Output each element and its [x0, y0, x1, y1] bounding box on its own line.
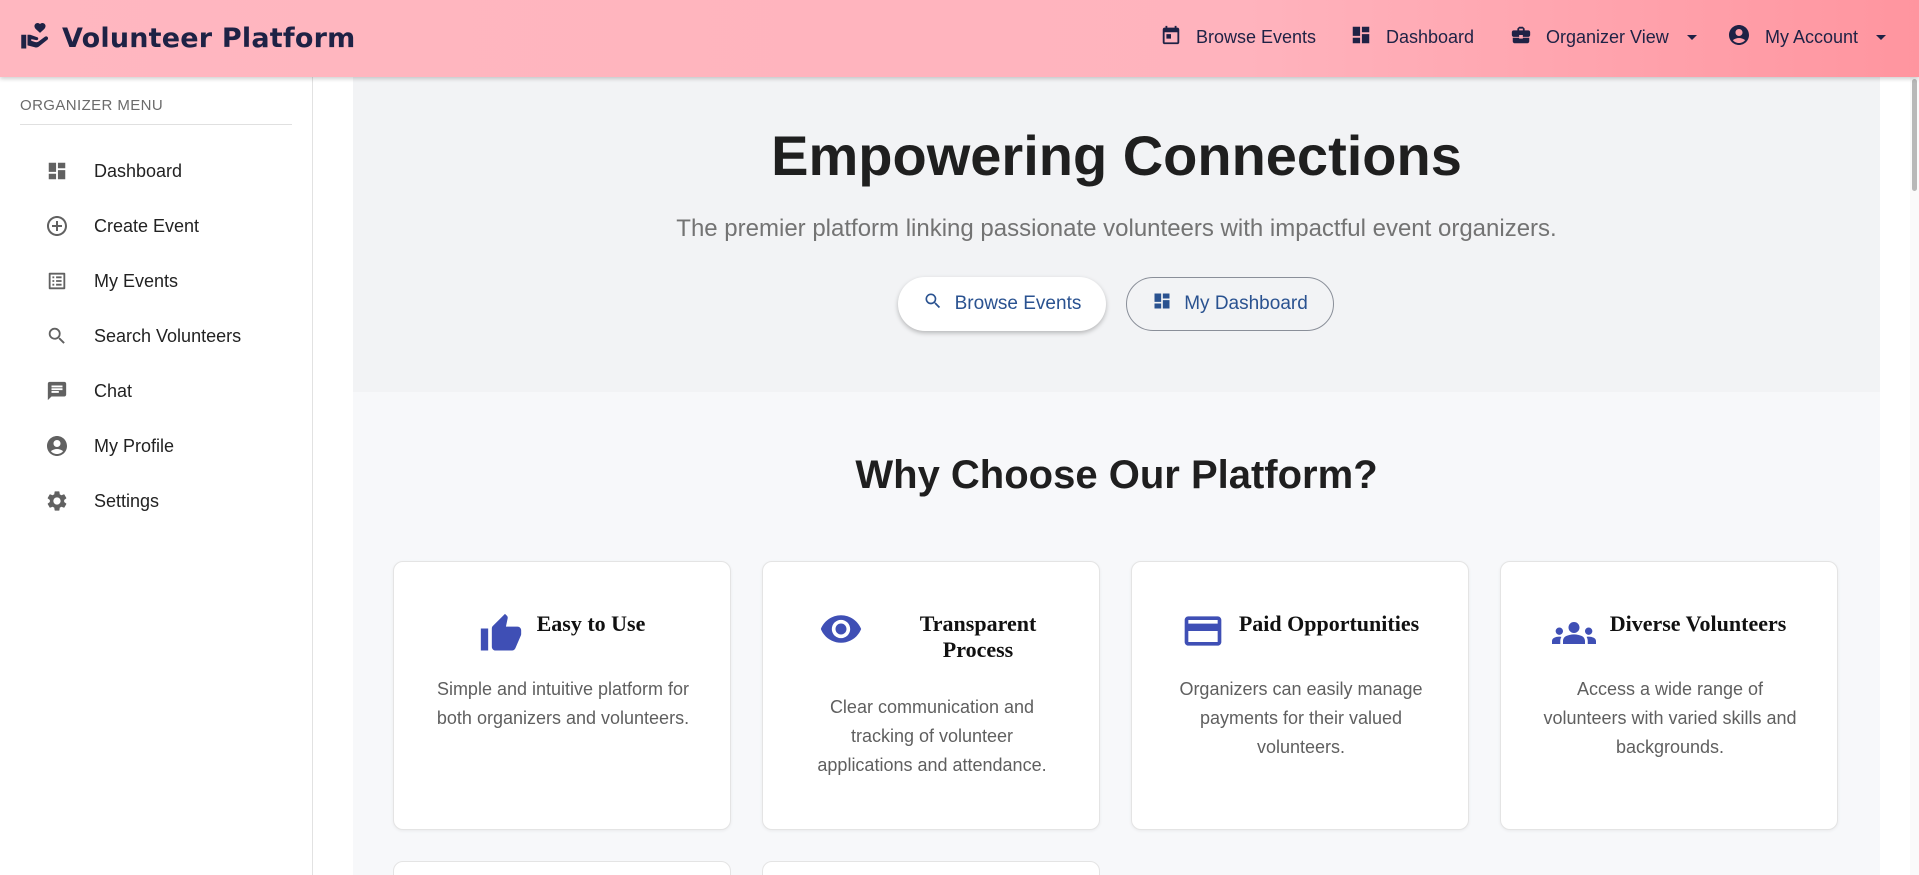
feature-card-description: Simple and intuitive platform for both o… — [436, 679, 690, 728]
feature-card-partial — [762, 861, 1100, 875]
nav-browse-events-label: Browse Events — [1196, 26, 1317, 47]
sidebar-item-my-events[interactable]: My Events — [20, 259, 292, 303]
calendar-icon — [1160, 23, 1182, 52]
feature-card-diverse-volunteers: Diverse Volunteers Access a wide range o… — [1500, 561, 1838, 830]
group-icon — [1551, 612, 1596, 660]
credit-card-icon — [1181, 612, 1225, 658]
top-app-bar: Volunteer Platform Browse Events Dashboa… — [0, 0, 1919, 77]
feature-card-description: Organizers can easily manage payments fo… — [1179, 679, 1423, 757]
sidebar-item-label: Settings — [94, 490, 160, 511]
feature-card-title: Paid Opportunities — [1238, 611, 1420, 636]
sidebar-item-create-event[interactable]: Create Event — [20, 204, 292, 248]
feature-card-description: Clear communication and tracking of volu… — [817, 697, 1047, 775]
sidebar-item-label: My Events — [94, 270, 179, 291]
dashboard-icon — [1152, 291, 1172, 317]
search-icon — [44, 323, 70, 349]
feature-card-title: Easy to Use — [536, 611, 646, 636]
sidebar-item-label: Create Event — [94, 215, 200, 236]
my-dashboard-button[interactable]: My Dashboard — [1126, 277, 1334, 331]
chevron-down-icon — [1876, 34, 1887, 40]
features-section: Why Choose Our Platform? Easy to Use Sim… — [353, 392, 1880, 875]
sidebar-item-chat[interactable]: Chat — [20, 369, 292, 413]
chat-icon — [44, 378, 70, 404]
sidebar-item-label: Chat — [94, 380, 133, 401]
sidebar-item-label: Search Volunteers — [94, 325, 242, 346]
feature-card-title: Transparent Process — [919, 611, 1037, 662]
feature-card-partial — [393, 861, 731, 875]
feature-card-easy-to-use: Easy to Use Simple and intuitive platfor… — [393, 561, 731, 830]
feature-card-description: Access a wide range of volunteers with v… — [1543, 679, 1797, 757]
sidebar-item-search-volunteers[interactable]: Search Volunteers — [20, 314, 292, 358]
page-scrollbar-track[interactable] — [1910, 77, 1919, 875]
features-title: Why Choose Our Platform? — [855, 453, 1378, 497]
sidebar-item-my-profile[interactable]: My Profile — [20, 424, 292, 468]
add-circle-icon — [44, 213, 70, 239]
search-icon — [923, 291, 943, 317]
nav-my-account-label: My Account — [1765, 26, 1859, 47]
account-circle-icon — [44, 433, 70, 459]
hero-section: Empowering Connections The premier platf… — [353, 77, 1880, 392]
nav-dashboard[interactable]: Dashboard — [1350, 22, 1474, 52]
feature-card-header: Transparent Process — [763, 611, 1099, 663]
nav-organizer-view-dropdown[interactable]: Organizer View — [1510, 22, 1697, 52]
nav-dashboard-label: Dashboard — [1386, 26, 1475, 47]
briefcase-icon — [1510, 24, 1532, 51]
thumb-up-icon — [479, 612, 523, 661]
feature-card-header: Diverse Volunteers — [1501, 611, 1837, 660]
sidebar-item-label: Dashboard — [94, 160, 183, 181]
sidebar-divider — [20, 124, 292, 125]
organizer-sidebar: ORGANIZER MENU Dashboard Create Event My… — [0, 77, 313, 875]
dashboard-icon — [44, 158, 70, 184]
sidebar-item-dashboard[interactable]: Dashboard — [20, 149, 292, 193]
my-dashboard-button-label: My Dashboard — [1184, 293, 1308, 314]
feature-card-header: Paid Opportunities — [1132, 611, 1468, 658]
feature-card-title: Diverse Volunteers — [1609, 611, 1787, 636]
sidebar-item-label: My Profile — [94, 435, 175, 456]
feature-card-header: Easy to Use — [394, 611, 730, 661]
feature-card-transparent-process: Transparent Process Clear communication … — [762, 561, 1100, 830]
brand[interactable]: Volunteer Platform — [20, 20, 355, 56]
nav-my-account-dropdown[interactable]: My Account — [1727, 22, 1887, 52]
sidebar-item-settings[interactable]: Settings — [20, 479, 292, 523]
feature-card-paid-opportunities: Paid Opportunities Organizers can easily… — [1131, 561, 1469, 830]
hero-subtitle: The premier platform linking passionate … — [676, 215, 1557, 242]
account-circle-icon — [1727, 23, 1751, 52]
dashboard-icon — [1350, 24, 1372, 51]
nav-organizer-view-label: Organizer View — [1546, 26, 1669, 47]
gear-icon — [44, 488, 70, 514]
list-icon — [44, 268, 70, 294]
chevron-down-icon — [1686, 34, 1697, 40]
page-scrollbar-thumb[interactable] — [1912, 79, 1917, 191]
hero-title: Empowering Connections — [771, 124, 1462, 187]
eye-icon — [819, 612, 863, 656]
browse-events-button[interactable]: Browse Events — [898, 277, 1106, 331]
volunteer-hand-heart-icon — [20, 21, 50, 56]
nav-browse-events[interactable]: Browse Events — [1160, 22, 1316, 52]
sidebar-title: ORGANIZER MENU — [20, 97, 164, 114]
browse-events-button-label: Browse Events — [954, 293, 1082, 314]
brand-title: Volunteer Platform — [62, 22, 356, 54]
